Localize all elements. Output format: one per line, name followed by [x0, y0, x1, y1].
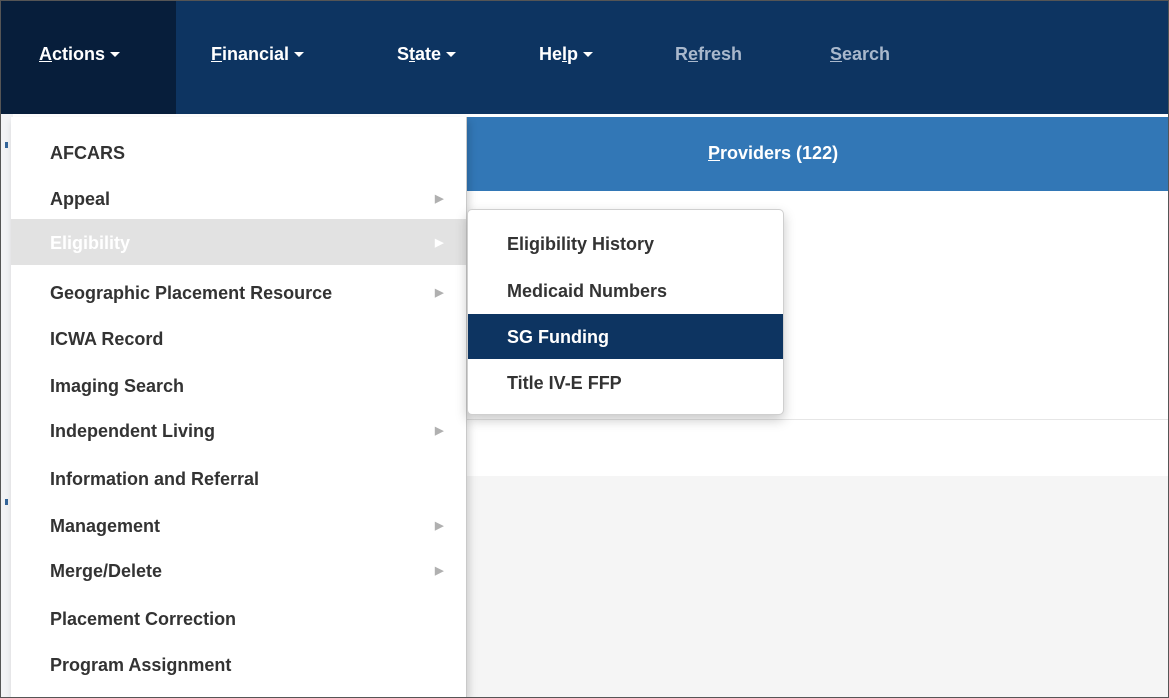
menu-item-geographic-placement-resource[interactable]: Geographic Placement Resource ▶ — [11, 269, 466, 315]
nav-state-menu[interactable]: State — [397, 1, 457, 114]
content-divider — [467, 419, 1168, 420]
menu-item-imaging-search[interactable]: Imaging Search — [11, 362, 466, 408]
menu-item-placement-correction[interactable]: Placement Correction — [11, 595, 466, 641]
chevron-right-icon: ▶ — [435, 520, 444, 532]
caret-down-icon — [583, 52, 594, 57]
menu-item-label: Geographic Placement Resource — [50, 283, 333, 303]
menu-item-label: Placement Correction — [50, 609, 237, 629]
edge-marker — [5, 499, 8, 505]
chevron-right-icon: ▶ — [435, 237, 444, 249]
edge-marker — [5, 142, 8, 148]
providers-tab-link[interactable]: Providers (122) — [708, 143, 838, 164]
submenu-item-label: Medicaid Numbers — [507, 281, 668, 301]
menu-item-label: AFCARS — [50, 143, 125, 163]
menu-item-program-assignment[interactable]: Program Assignment — [11, 641, 466, 687]
nav-search-label: Search — [830, 44, 891, 64]
menu-item-appeal[interactable]: Appeal ▶ — [11, 175, 466, 221]
eligibility-submenu: Eligibility History Medicaid Numbers SG … — [467, 209, 784, 415]
menu-item-independent-living[interactable]: Independent Living ▶ — [11, 407, 466, 453]
menu-item-management[interactable]: Management ▶ — [11, 502, 466, 548]
menu-item-label: Information and Referral — [50, 469, 260, 489]
nav-search-button[interactable]: Search — [830, 1, 890, 114]
app-window: Actions Financial State Help Refresh Sea… — [0, 0, 1169, 698]
nav-actions-menu[interactable]: Actions — [1, 1, 176, 114]
submenu-item-label: Title IV-E FFP — [507, 373, 622, 393]
menu-item-label: Management — [50, 516, 161, 536]
submenu-item-title-iv-e-ffp[interactable]: Title IV-E FFP — [468, 360, 783, 405]
chevron-right-icon: ▶ — [435, 565, 444, 577]
nav-financial-label: Financial — [211, 44, 290, 64]
chevron-right-icon: ▶ — [435, 287, 444, 299]
nav-state-label: State — [397, 44, 442, 64]
menu-item-label: Merge/Delete — [50, 561, 163, 581]
menu-item-label: Eligibility — [50, 233, 131, 253]
menu-item-afcars[interactable]: AFCARS — [11, 129, 466, 175]
caret-down-icon — [446, 52, 457, 57]
caret-down-icon — [294, 52, 305, 57]
menu-item-merge-delete[interactable]: Merge/Delete ▶ — [11, 547, 466, 593]
nav-refresh-label: Refresh — [675, 44, 743, 64]
nav-refresh-button[interactable]: Refresh — [675, 1, 742, 114]
content-panel — [465, 476, 1168, 697]
menu-item-label: Appeal — [50, 189, 111, 209]
submenu-item-eligibility-history[interactable]: Eligibility History — [468, 221, 783, 266]
menu-item-label: Imaging Search — [50, 376, 185, 396]
nav-help-label: Help — [539, 44, 579, 64]
menu-item-eligibility[interactable]: Eligibility ▶ — [11, 219, 466, 265]
chevron-right-icon: ▶ — [435, 193, 444, 205]
menu-item-icwa-record[interactable]: ICWA Record — [11, 315, 466, 361]
chevron-right-icon: ▶ — [435, 425, 444, 437]
submenu-item-label: Eligibility History — [507, 234, 655, 254]
menu-item-information-and-referral[interactable]: Information and Referral — [11, 455, 466, 501]
actions-dropdown-menu: AFCARS Appeal ▶ Eligibility ▶ Geographic… — [11, 117, 467, 697]
menu-item-label: ICWA Record — [50, 329, 164, 349]
nav-financial-menu[interactable]: Financial — [211, 1, 305, 114]
nav-help-menu[interactable]: Help — [539, 1, 594, 114]
submenu-item-sg-funding[interactable]: SG Funding — [468, 314, 783, 359]
submenu-item-label: SG Funding — [507, 327, 609, 347]
submenu-item-medicaid-numbers[interactable]: Medicaid Numbers — [468, 268, 783, 313]
caret-down-icon — [110, 52, 121, 57]
nav-actions-label: Actions — [39, 44, 106, 64]
menu-item-label: Independent Living — [50, 421, 215, 441]
menu-item-label: Program Assignment — [50, 655, 232, 675]
top-navbar: Actions Financial State Help Refresh Sea… — [1, 1, 1168, 114]
